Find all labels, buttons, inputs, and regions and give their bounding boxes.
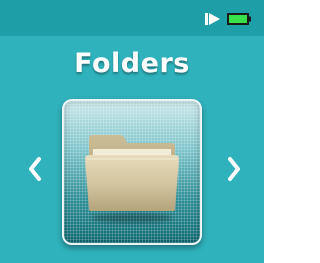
status-bar: [0, 0, 264, 36]
folder-icon: [85, 135, 179, 211]
folders-menu-tile[interactable]: [62, 99, 202, 245]
chevron-left-icon[interactable]: [28, 156, 42, 182]
battery-icon: [227, 13, 251, 25]
menu-title: Folders: [74, 48, 190, 79]
folder-shadow: [92, 213, 172, 223]
device-screen: Folders: [0, 0, 264, 263]
play-icon: [205, 13, 220, 25]
chevron-right-icon[interactable]: [227, 156, 241, 182]
